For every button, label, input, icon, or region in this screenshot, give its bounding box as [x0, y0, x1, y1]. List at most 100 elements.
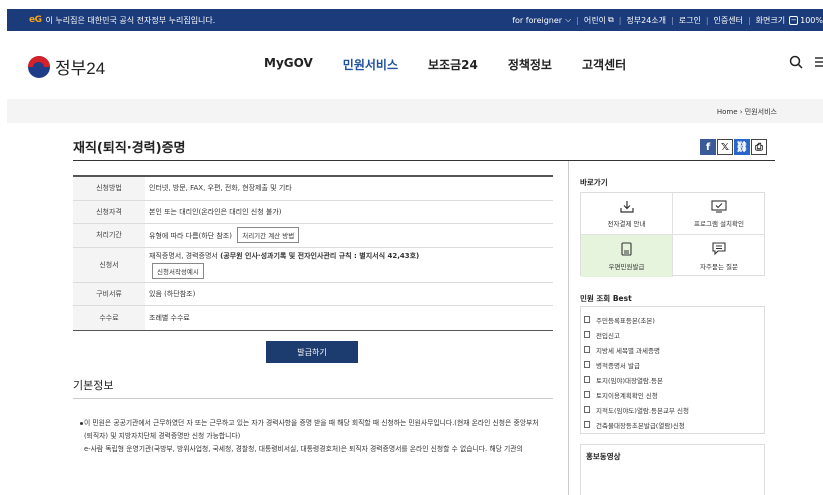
bullet-icon: [80, 422, 83, 425]
site-header: 정부24 MyGOV 민원서비스 보조금24 정책정보 고객센터: [0, 31, 823, 99]
basic-info-title: 기본정보: [73, 379, 114, 392]
row-value: 있음 (하단참조): [149, 289, 196, 298]
table-row: 신청방법 인터넷, 방문, FAX, 우편, 전화, 현장제출 및 기타: [73, 177, 553, 201]
table-row: 구비서류 있음 (하단참조): [73, 282, 553, 306]
document-icon: [621, 241, 632, 258]
breadcrumb-home[interactable]: Home: [717, 108, 738, 116]
logo-text: 정부24: [55, 59, 106, 78]
egov-logo: eG: [29, 15, 42, 25]
shortcut-e-payment[interactable]: 전자결제 안내: [581, 193, 673, 235]
basic-info-paragraph: 이 민원은 공공기관에서 근무하였던 자 또는 근무하고 있는 자가 경력사항을…: [84, 419, 539, 440]
shortcut-label: 전자결제 안내: [607, 219, 646, 228]
list-item[interactable]: 병적증명서 발급: [581, 357, 764, 372]
link-icon[interactable]: ⛓: [734, 139, 750, 155]
about-link[interactable]: 정부24소개: [626, 15, 666, 26]
form-example-button[interactable]: 신청서작성예시: [152, 262, 204, 279]
shortcut-faq[interactable]: 자주묻는 질문: [673, 235, 765, 277]
list-item-label: 토지이용계획확인 신청: [596, 391, 658, 400]
row-value-bold: (공무원 인사·성과기록 및 전자인사관리 규칙 : 별지서식 42,43호): [220, 251, 420, 260]
divider: |: [747, 15, 751, 25]
list-item[interactable]: 건축물대장등초본발급(열람)신청: [581, 417, 764, 432]
list-item[interactable]: 주민등록표등본(초본): [581, 312, 764, 327]
sidebar-divider: [568, 161, 569, 495]
table-row: 신청자격 본인 또는 대리인(온라인은 대리인 신청 불가): [73, 200, 553, 224]
row-value: 유형에 따라 다름(하단 참조): [149, 232, 232, 241]
x-icon[interactable]: 𝕏: [717, 139, 733, 155]
taegeuk-logo-icon: [28, 55, 50, 78]
row-value-wrap: 유형에 따라 다름(하단 참조) 처리기간 계산 방법: [145, 227, 553, 244]
auth-center-link[interactable]: 인증센터: [714, 15, 743, 26]
breadcrumb-current[interactable]: 민원서비스: [745, 108, 777, 116]
list-item-label: 건축물대장등초본발급(열람)신청: [596, 421, 685, 430]
chat-icon: [712, 241, 726, 258]
gov-banner: eG 이 누리집은 대한민국 공식 전자정부 누리집입니다. for forei…: [7, 9, 823, 31]
apply-button[interactable]: 발급하기: [266, 341, 358, 363]
search-icon[interactable]: [789, 55, 803, 73]
document-icon: [584, 361, 590, 368]
chevron-down-icon: ⌵: [565, 15, 572, 24]
document-icon: [584, 331, 590, 338]
site-logo[interactable]: 정부24: [28, 54, 105, 79]
shortcut-program-check[interactable]: 프로그램 설치확인: [673, 193, 765, 235]
document-icon: [584, 346, 590, 353]
document-icon: [584, 391, 590, 398]
facebook-icon[interactable]: f: [700, 139, 716, 155]
row-value: 본인 또는 대리인(온라인은 대리인 신청 불가): [149, 207, 282, 216]
section-divider: [73, 398, 553, 399]
row-value: 인터넷, 방문, FAX, 우편, 전화, 현장제출 및 기타: [149, 184, 292, 193]
row-value: 조례별 수수료: [149, 313, 190, 322]
monitor-check-icon: [711, 199, 727, 215]
row-label: 신청서: [73, 247, 145, 282]
nav-mygov[interactable]: MyGOV: [264, 56, 313, 73]
document-icon: [584, 316, 590, 323]
main-nav: MyGOV 민원서비스 보조금24 정책정보 고객센터: [264, 56, 656, 73]
row-label: 구비서류: [73, 282, 145, 305]
kids-link[interactable]: 어린이: [584, 15, 606, 26]
gov-banner-links: for foreigner ⌵ | 어린이 ⧉ | 정부24소개 | 로그인 |…: [512, 15, 823, 26]
nav-subsidy[interactable]: 보조금24: [428, 56, 478, 73]
list-item[interactable]: 전입신고: [581, 327, 764, 342]
list-item-label: 토지(임야)대장열람.등본: [596, 376, 663, 385]
promo-video-title: 홍보동영상: [586, 452, 621, 461]
list-item-label: 지방세 세목별 과세증명: [596, 346, 660, 355]
header-icons: [789, 55, 823, 73]
shortcut-postal-issue[interactable]: 우편민원발급: [581, 235, 673, 277]
shortcut-grid: 전자결제 안내 프로그램 설치확인 우편민원발급 자주묻는 질문: [580, 192, 765, 277]
shortcut-label: 우편민원발급: [608, 262, 645, 271]
login-link[interactable]: 로그인: [679, 15, 701, 26]
row-label: 처리기간: [73, 224, 145, 247]
breadcrumb: Home › 민원서비스: [717, 107, 777, 117]
best-list: 주민등록표등본(초본) 전입신고 지방세 세목별 과세증명 병적증명서 발급 토…: [580, 306, 765, 434]
list-item-label: 전입신고: [596, 331, 620, 340]
breadcrumb-band: Home › 민원서비스: [7, 99, 823, 123]
foreigner-link[interactable]: for foreigner: [512, 16, 562, 25]
zoom-level: 100%: [800, 15, 823, 25]
service-info-table: 신청방법 인터넷, 방문, FAX, 우편, 전화, 현장제출 및 기타 신청자…: [73, 175, 553, 331]
document-icon: [584, 421, 590, 428]
shortcut-label: 자주묻는 질문: [700, 262, 738, 271]
download-icon: [619, 200, 634, 215]
processing-time-method-button[interactable]: 처리기간 계산 방법: [237, 227, 300, 244]
basic-info-text: 이 민원은 공공기관에서 근무하였던 자 또는 근무하고 있는 자가 경력사항을…: [80, 417, 546, 456]
nav-civil-service[interactable]: 민원서비스: [343, 56, 398, 73]
divider: |: [705, 15, 709, 25]
document-icon: [584, 376, 590, 383]
list-item-label: 지적도(임야도)열람.등본교부 신청: [596, 406, 689, 415]
nav-policy[interactable]: 정책정보: [508, 56, 552, 73]
promo-video-box: 홍보동영상: [580, 444, 765, 495]
list-item[interactable]: 지적도(임야도)열람.등본교부 신청: [581, 402, 764, 417]
zoom-out-button[interactable]: −: [789, 15, 799, 25]
gov-notice: 이 누리집은 대한민국 공식 전자정부 누리집입니다.: [45, 15, 216, 25]
list-item[interactable]: 지방세 세목별 과세증명: [581, 342, 764, 357]
print-icon[interactable]: ⎙: [751, 139, 767, 155]
menu-icon[interactable]: [815, 55, 823, 73]
best-title: 민원 조회 Best: [580, 294, 632, 303]
list-item[interactable]: 토지(임야)대장열람.등본: [581, 372, 764, 387]
shortcut-label: 프로그램 설치확인: [694, 219, 744, 228]
row-value-wrap: 재직증명서, 경력증명서 (공무원 인사·성과기록 및 전자인사관리 규칙 : …: [145, 251, 553, 279]
nav-customer-center[interactable]: 고객센터: [582, 56, 626, 73]
list-item-label: 병적증명서 발급: [596, 361, 640, 370]
table-row: 신청서 재직증명서, 경력증명서 (공무원 인사·성과기록 및 전자인사관리 규…: [73, 247, 553, 283]
document-icon: [584, 406, 590, 413]
list-item[interactable]: 토지이용계획확인 신청: [581, 387, 764, 402]
